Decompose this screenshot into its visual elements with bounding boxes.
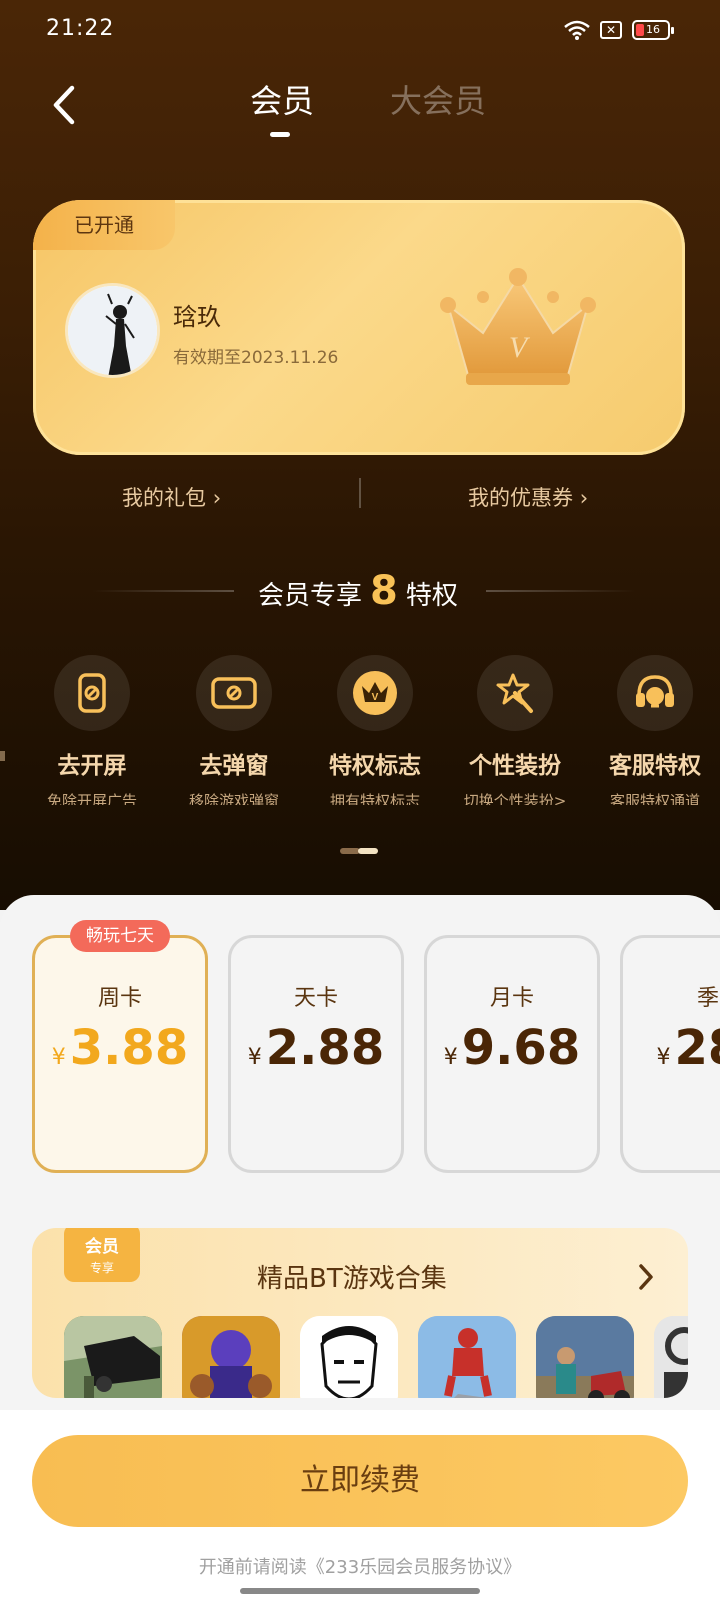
indicator-dot	[340, 848, 360, 854]
privilege-desc: 拥有特权标志	[329, 792, 420, 805]
headset-icon	[617, 655, 693, 731]
header-line-left	[92, 590, 234, 592]
plan-card-week[interactable]: 周卡 ¥3.88	[32, 935, 208, 1173]
expire-date: 有效期至2023.11.26	[173, 348, 339, 368]
magic-wand-icon	[477, 655, 553, 731]
game-icon-partial[interactable]	[654, 1316, 688, 1398]
card-links: 我的礼包 › 我的优惠券 ›	[0, 478, 720, 518]
privilege-name: 客服特权	[609, 753, 701, 779]
price-amount: 3.88	[69, 1020, 189, 1076]
currency-symbol: ¥	[443, 1045, 458, 1070]
chevron-right-icon: ›	[579, 486, 589, 510]
price-amount: 2.88	[265, 1020, 385, 1076]
badge-sub: 专享	[89, 1261, 114, 1275]
plan-name: 天卡	[293, 986, 338, 1011]
price-amount: 9.68	[461, 1020, 581, 1076]
plan-promo-tag: 畅玩七天	[70, 920, 170, 952]
plan-name: 周卡	[97, 986, 142, 1011]
header-line-right	[486, 590, 636, 592]
tab-indicator	[270, 132, 290, 137]
carousel-indicator	[340, 848, 380, 856]
plan-card-season[interactable]: 季 ¥28.	[620, 935, 720, 1173]
privilege-item[interactable]: 去弹窗 移除游戏弹窗	[164, 655, 304, 805]
privilege-desc: 移除游戏弹窗	[188, 792, 279, 805]
chevron-right-icon[interactable]	[636, 1262, 656, 1292]
price-amount: 28.	[674, 1020, 720, 1076]
avatar-image	[68, 286, 157, 375]
phone-icon	[54, 655, 130, 731]
status-bar: 21:22 ✕ 16	[0, 16, 720, 52]
battery-level: 16	[646, 23, 660, 36]
tab-super-member[interactable]: 大会员	[390, 76, 486, 122]
game-icon-row	[64, 1316, 688, 1398]
privilege-name: 个性装扮	[469, 753, 561, 779]
privileges-header: 会员专享 8 特权	[0, 556, 720, 614]
my-coupon-link[interactable]: 我的优惠券 ›	[468, 482, 588, 512]
privileges-title-prefix: 会员专享	[258, 581, 363, 611]
member-card: 已开通 琀玖 有效期至2023.11.26 V	[33, 200, 685, 455]
privilege-desc: 客服特权通道	[609, 792, 700, 805]
privilege-desc: 免除开屏广告	[46, 792, 137, 805]
my-coupon-label: 我的优惠券	[468, 486, 573, 510]
crown-badge-icon: V	[337, 655, 413, 731]
privilege-desc: 切换个性装扮>	[463, 792, 567, 805]
previous-item-fragment	[0, 751, 5, 761]
plan-price: ¥9.68	[427, 1020, 597, 1076]
currency-symbol: ¥	[247, 1045, 262, 1070]
bt-game-collection[interactable]: 会员 专享 精品BT游戏合集	[32, 1228, 688, 1398]
my-gift-link[interactable]: 我的礼包 ›	[122, 482, 221, 512]
plan-name: 季	[696, 986, 719, 1011]
privileges-title-suffix: 特权	[405, 581, 458, 611]
avatar[interactable]	[65, 283, 160, 378]
game-icon-gangster[interactable]	[536, 1316, 634, 1398]
back-arrow-icon[interactable]	[44, 80, 88, 130]
member-exclusive-badge: 会员 专享	[64, 1228, 140, 1282]
service-agreement-link[interactable]: 开通前请阅读《233乐园会员服务协议》	[0, 1553, 720, 1579]
plan-card-month[interactable]: 月卡 ¥9.68	[424, 935, 600, 1173]
privileges-title: 会员专享 8 特权	[258, 568, 458, 614]
badge-main: 会员	[85, 1237, 119, 1257]
svg-text:V: V	[372, 692, 379, 703]
plan-price: ¥28.	[623, 1020, 720, 1076]
status-badge: 已开通	[33, 200, 175, 250]
privilege-name: 特权标志	[329, 753, 421, 779]
home-indicator[interactable]	[240, 1588, 480, 1594]
currency-symbol: ¥	[656, 1045, 671, 1070]
privilege-item[interactable]: 去开屏 免除开屏广告	[22, 655, 162, 805]
plan-price: ¥3.88	[35, 1020, 205, 1076]
battery-icon: 16	[632, 20, 674, 40]
collection-title: 精品BT游戏合集	[257, 1264, 447, 1294]
links-divider	[359, 478, 361, 508]
currency-symbol: ¥	[51, 1045, 66, 1070]
game-icon-battle[interactable]	[182, 1316, 280, 1398]
indicator-dot-active	[358, 848, 378, 854]
plan-name: 月卡	[489, 986, 534, 1011]
game-icon-incredibox[interactable]	[300, 1316, 398, 1398]
privilege-item[interactable]: 个性装扮 切换个性装扮>	[445, 655, 585, 805]
user-name: 琀玖	[173, 303, 221, 331]
no-sim-icon: ✕	[600, 21, 622, 39]
renew-button[interactable]: 立即续费	[32, 1435, 688, 1527]
crown-icon: V	[440, 268, 596, 385]
privilege-item[interactable]: 客服特权 客服特权通道	[585, 655, 720, 805]
privileges-count: 8	[370, 568, 398, 614]
tab-member[interactable]: 会员	[250, 76, 314, 122]
my-gift-label: 我的礼包	[122, 486, 206, 510]
status-icons: ✕ 16	[564, 20, 674, 40]
wifi-icon	[564, 20, 590, 40]
game-icon-hero[interactable]	[418, 1316, 516, 1398]
plan-price: ¥2.88	[231, 1020, 401, 1076]
game-icon-car-sim[interactable]	[64, 1316, 162, 1398]
privilege-item[interactable]: V 特权标志 拥有特权标志	[305, 655, 445, 805]
privileges-carousel[interactable]: 去开屏 免除开屏广告 去弹窗 移除游戏弹窗 V 特权标志 拥有特权标志 个性装扮…	[0, 655, 720, 805]
privilege-name: 去弹窗	[199, 753, 269, 779]
plan-list[interactable]: 周卡 ¥3.88 天卡 ¥2.88 月卡 ¥9.68 季 ¥28.	[32, 935, 720, 1175]
plan-card-day[interactable]: 天卡 ¥2.88	[228, 935, 404, 1173]
status-time: 21:22	[46, 16, 115, 41]
popup-icon	[196, 655, 272, 731]
chevron-right-icon: ›	[212, 486, 222, 510]
privilege-name: 去开屏	[57, 753, 127, 779]
